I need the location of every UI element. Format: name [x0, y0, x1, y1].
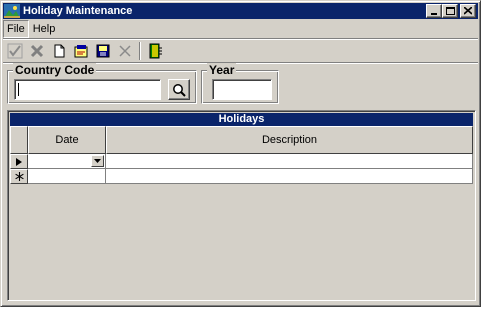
row-header-corner	[10, 126, 28, 154]
cancel-x-icon	[119, 45, 131, 57]
checkmark-icon	[7, 43, 23, 59]
column-header-description[interactable]: Description	[106, 126, 473, 154]
country-code-group: Country Code	[7, 63, 197, 104]
row-indicator[interactable]	[10, 169, 28, 184]
text-caret	[18, 82, 19, 96]
delete-button[interactable]	[26, 41, 48, 61]
close-icon	[464, 7, 472, 15]
save-record-button[interactable]	[92, 41, 114, 61]
year-label: Year	[207, 63, 237, 77]
row-indicator[interactable]	[10, 154, 28, 169]
table-row[interactable]	[10, 169, 473, 184]
search-icon	[173, 83, 186, 97]
column-header-date[interactable]: Date	[28, 126, 106, 154]
date-cell[interactable]	[28, 154, 106, 169]
chevron-down-icon	[94, 159, 101, 163]
table-row[interactable]	[10, 154, 473, 169]
year-input[interactable]	[212, 79, 272, 100]
new-button[interactable]	[48, 41, 70, 61]
date-cell[interactable]	[28, 169, 106, 184]
holiday-maintenance-window: Holiday Maintenance File Help Country Co…	[0, 0, 481, 307]
menu-help[interactable]: Help	[29, 20, 60, 38]
country-code-input[interactable]	[14, 79, 161, 100]
toolbar	[4, 41, 474, 61]
menu-bar: File Help	[3, 20, 478, 38]
year-group: Year	[201, 63, 279, 104]
holidays-caption: Holidays	[10, 113, 473, 126]
menu-separator	[3, 38, 478, 40]
minimize-icon	[431, 13, 437, 15]
title-bar[interactable]: Holiday Maintenance	[3, 3, 478, 19]
holiday-app-icon	[4, 4, 20, 18]
country-lookup-button[interactable]	[168, 79, 190, 100]
exit-button[interactable]	[144, 41, 166, 61]
delete-x-icon	[30, 44, 44, 58]
country-code-label: Country Code	[13, 63, 97, 77]
confirm-button[interactable]	[4, 41, 26, 61]
maximize-icon	[445, 7, 455, 15]
new-document-icon	[54, 44, 65, 58]
exit-door-icon	[149, 43, 162, 59]
close-button[interactable]	[460, 4, 476, 18]
edit-record-icon	[74, 45, 88, 58]
minimize-button[interactable]	[426, 4, 442, 18]
current-row-arrow-icon	[16, 157, 22, 166]
window-title: Holiday Maintenance	[23, 5, 133, 17]
maximize-button[interactable]	[442, 4, 458, 18]
new-row-asterisk-icon	[14, 172, 24, 181]
edit-record-button[interactable]	[70, 41, 92, 61]
cancel-button[interactable]	[114, 41, 136, 61]
date-dropdown-button[interactable]	[91, 155, 104, 167]
toolbar-separator	[139, 42, 141, 60]
grid-header-row: Date Description	[10, 126, 473, 154]
holidays-grid: Holidays Date Description	[7, 110, 476, 301]
description-cell[interactable]	[106, 169, 473, 184]
description-cell[interactable]	[106, 154, 473, 169]
menu-file[interactable]: File	[3, 20, 29, 38]
save-record-icon	[96, 44, 110, 58]
